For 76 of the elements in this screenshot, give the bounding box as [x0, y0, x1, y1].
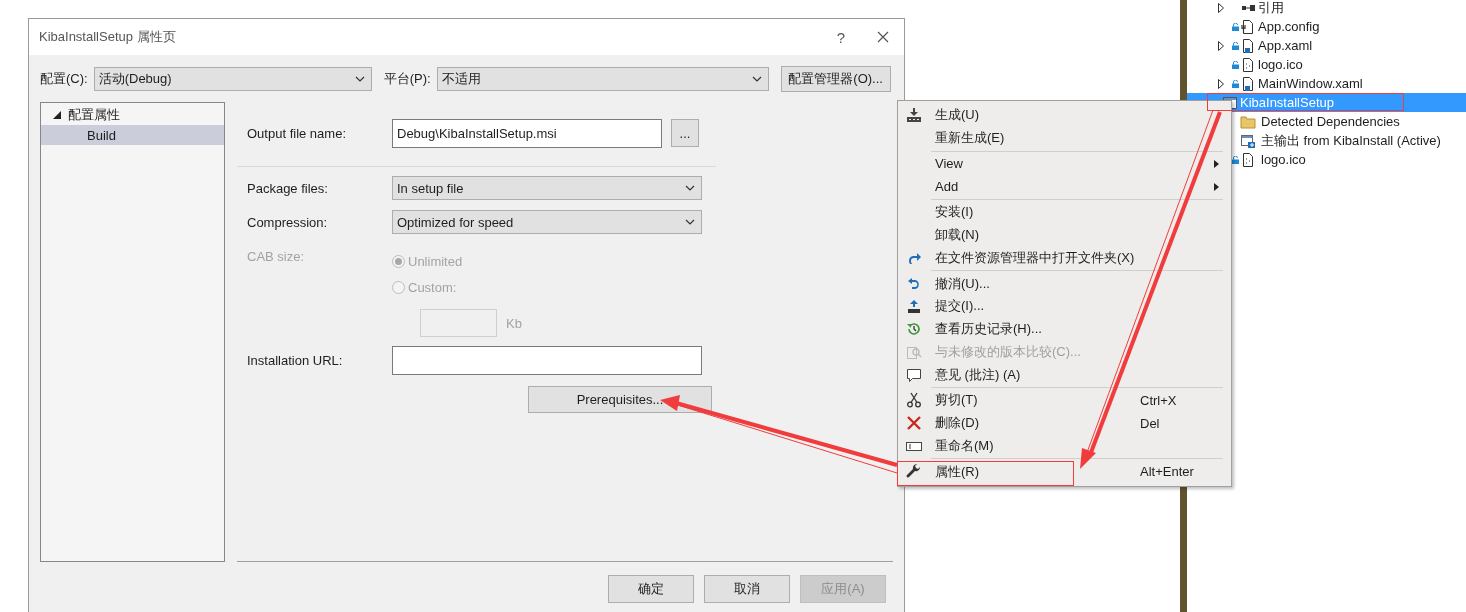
tree-item[interactable]: App.config — [1258, 19, 1320, 34]
xaml-file-icon — [1240, 37, 1256, 54]
history-icon — [906, 321, 922, 338]
field-label: Compression: — [247, 214, 329, 230]
collapsed-arrow-icon[interactable] — [1218, 78, 1224, 89]
collapsed-arrow-icon[interactable] — [1218, 40, 1224, 51]
tree-item[interactable]: 引用 — [1258, 0, 1284, 17]
menu-item[interactable]: 剪切(T) — [935, 391, 1140, 410]
dialog-button[interactable]: 确定 — [608, 575, 694, 603]
tree-item[interactable]: App.xaml — [1258, 38, 1313, 53]
scissors-icon — [906, 392, 922, 409]
expanded-triangle-icon[interactable] — [53, 111, 61, 119]
window-title: KibaInstallSetup 属性页 — [39, 28, 177, 46]
wrench-icon — [906, 463, 922, 480]
menu-item[interactable]: 重命名(M) — [935, 436, 1214, 455]
menu-item[interactable]: 安装(I) — [935, 203, 1214, 222]
help-button[interactable]: ? — [820, 22, 862, 52]
tree-item[interactable]: Detected Dependencies — [1261, 114, 1400, 129]
field-label: Package files: — [247, 180, 329, 196]
radio-label: Unlimited — [408, 253, 463, 269]
tree-item[interactable]: logo.ico — [1261, 152, 1306, 167]
chevron-down-icon — [685, 219, 695, 225]
folder-icon — [1240, 113, 1256, 130]
tree-item[interactable]: 配置属性 — [41, 105, 224, 125]
output-file-field[interactable]: Debug\KibaInstallSetup.msi — [392, 118, 662, 148]
menu-item[interactable]: 意见 (批注) (A) — [935, 365, 1214, 384]
menu-item[interactable]: 卸载(N) — [935, 226, 1214, 245]
tree-item[interactable]: 主输出 from KibaInstall (Active) — [1261, 131, 1441, 150]
comment-icon — [906, 366, 922, 383]
build-icon — [906, 107, 922, 124]
config-dropdown[interactable]: 活动(Debug) — [93, 67, 372, 91]
prerequisites-button[interactable]: Prerequisites... — [528, 386, 712, 413]
tree-item[interactable]: MainWindow.xaml — [1258, 76, 1363, 91]
menu-item[interactable]: 属性(R) — [935, 462, 1140, 481]
shortcut-label: Del — [1140, 415, 1161, 431]
size-field[interactable] — [420, 309, 497, 337]
menu-item[interactable]: 重新生成(E) — [935, 129, 1214, 148]
close-icon — [877, 31, 889, 43]
field-label: Installation URL: — [247, 353, 344, 368]
tree-item[interactable]: logo.ico — [1258, 57, 1303, 72]
radio-label: Custom: — [408, 279, 457, 295]
field-label: Output file name: — [247, 125, 347, 141]
browse-button[interactable]: ... — [671, 119, 699, 147]
shortcut-label: Ctrl+X — [1140, 392, 1178, 408]
unit-label: Kb — [506, 315, 522, 331]
config-label: 配置(C): — [40, 70, 88, 88]
platform-dropdown[interactable]: 不适用 — [436, 67, 769, 91]
chevron-down-icon — [685, 185, 695, 191]
menu-item[interactable]: 删除(D) — [935, 414, 1140, 433]
collapsed-arrow-icon[interactable] — [1218, 2, 1224, 13]
tree-item-label: 配置属性 — [68, 106, 120, 124]
menu-item[interactable]: 在文件资源管理器中打开文件夹(X) — [935, 248, 1214, 267]
tree-item[interactable]: Build — [41, 125, 224, 145]
compression-dropdown[interactable]: Optimized for speed — [392, 210, 702, 234]
config-manager-button[interactable]: 配置管理器(O)... — [780, 66, 891, 92]
delete-cross-icon — [906, 415, 922, 432]
upload-icon — [906, 298, 922, 315]
output-icon — [1240, 132, 1256, 149]
menu-item[interactable]: 撤消(U)... — [935, 274, 1214, 293]
config-file-icon — [1240, 18, 1256, 35]
undo-arrow-icon — [906, 275, 922, 292]
installation-url-field[interactable] — [392, 346, 702, 375]
menu-item[interactable]: 提交(I)... — [935, 297, 1214, 316]
menu-item[interactable]: 查看历史记录(H)... — [935, 320, 1214, 339]
xaml-file-icon — [1240, 75, 1256, 92]
shortcut-label: Alt+Enter — [1140, 464, 1195, 480]
chevron-down-icon — [751, 76, 762, 82]
menu-item[interactable]: Add — [935, 179, 1214, 195]
field-label: CAB size: — [247, 249, 306, 264]
image-file-icon — [1240, 56, 1256, 73]
package-files-dropdown[interactable]: In setup file — [392, 176, 702, 200]
chevron-down-icon — [354, 76, 365, 82]
dialog-button[interactable]: 取消 — [704, 575, 790, 603]
menu-item[interactable]: View — [935, 156, 1214, 172]
platform-label: 平台(P): — [383, 70, 431, 88]
image-file-icon — [1240, 151, 1256, 168]
